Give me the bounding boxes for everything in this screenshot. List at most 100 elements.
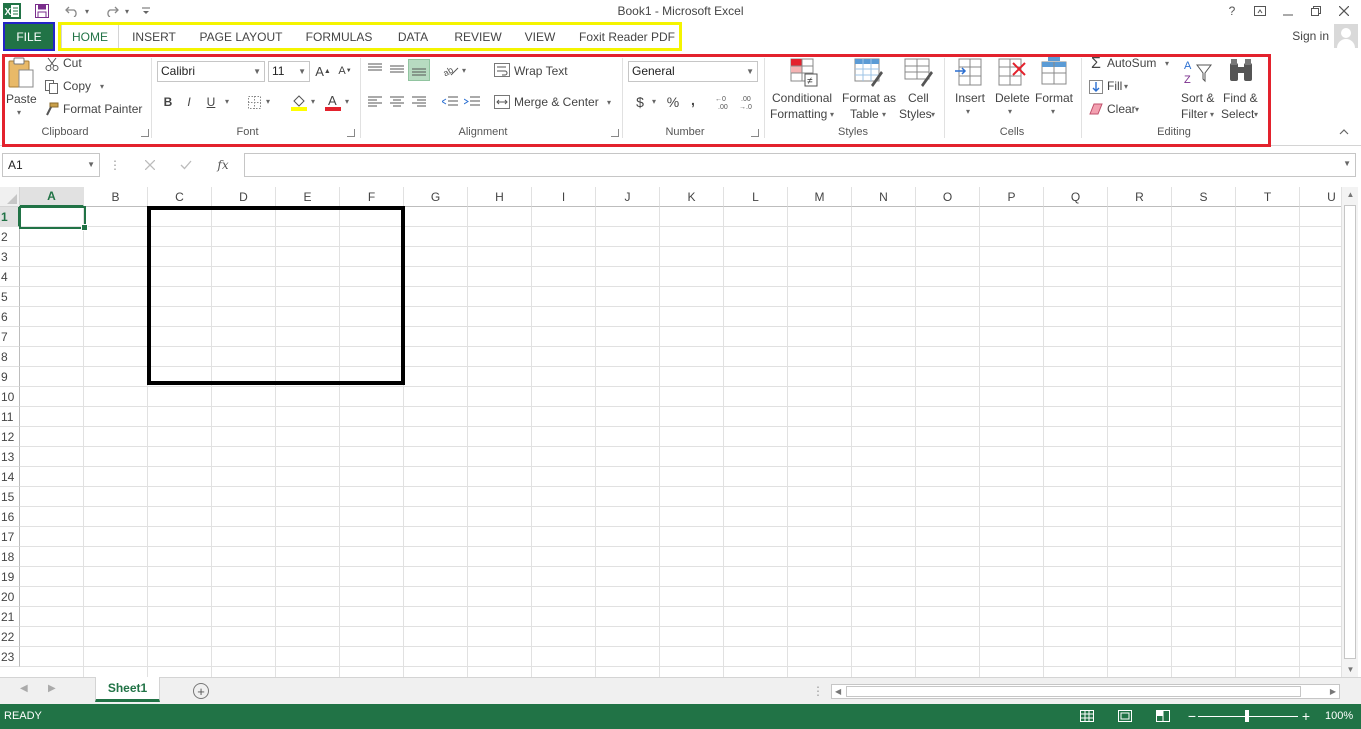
- paste-dropdown-icon[interactable]: ▾: [17, 108, 21, 117]
- row-header-3[interactable]: 3: [0, 247, 20, 267]
- font-color-dropdown-icon[interactable]: ▾: [345, 97, 349, 106]
- format-cells-button[interactable]: Format: [1035, 91, 1073, 105]
- new-sheet-icon[interactable]: +: [193, 683, 209, 699]
- column-header-u[interactable]: U: [1300, 187, 1341, 207]
- row-header-1[interactable]: 1: [0, 207, 20, 227]
- copy-dropdown-icon[interactable]: ▾: [100, 82, 104, 91]
- grow-font-icon[interactable]: A ▲: [315, 62, 331, 80]
- merge-center-button[interactable]: Merge & Center: [514, 95, 599, 109]
- scroll-up-icon[interactable]: ▲: [1342, 190, 1359, 199]
- minimize-icon[interactable]: [1276, 2, 1300, 20]
- column-header-o[interactable]: O: [916, 187, 980, 207]
- paste-button[interactable]: Paste: [6, 92, 37, 106]
- confirm-entry-icon[interactable]: [176, 155, 196, 175]
- align-center-icon[interactable]: [388, 93, 406, 111]
- column-header-e[interactable]: E: [276, 187, 340, 207]
- tab-insert[interactable]: INSERT: [127, 22, 181, 51]
- font-name-combo[interactable]: Calibri ▼: [157, 61, 265, 82]
- scroll-down-icon[interactable]: ▼: [1342, 665, 1359, 674]
- delete-cells-icon[interactable]: [996, 56, 1028, 88]
- column-header-s[interactable]: S: [1172, 187, 1236, 207]
- underline-button[interactable]: U: [203, 93, 219, 111]
- insert-cells-button[interactable]: Insert: [955, 91, 985, 105]
- wrap-text-button[interactable]: Wrap Text: [514, 64, 568, 78]
- orientation-dropdown-icon[interactable]: ▾: [462, 66, 466, 75]
- row-header-9[interactable]: 9: [0, 367, 20, 387]
- comma-style-button[interactable]: ,: [686, 90, 700, 110]
- italic-button[interactable]: I: [181, 93, 197, 111]
- chevron-down-icon[interactable]: ▼: [1343, 159, 1351, 168]
- fill-color-icon[interactable]: [290, 92, 308, 112]
- select-all-corner[interactable]: [0, 187, 20, 207]
- format-painter-button[interactable]: Format Painter: [63, 102, 142, 116]
- row-header-8[interactable]: 8: [0, 347, 20, 367]
- row-header-22[interactable]: 22: [0, 627, 20, 647]
- cell-styles-label-2[interactable]: Styles: [899, 107, 932, 121]
- autosum-dropdown-icon[interactable]: ▾: [1165, 59, 1169, 68]
- tab-review[interactable]: REVIEW: [448, 22, 508, 51]
- format-as-table-button[interactable]: Format as: [842, 91, 896, 105]
- row-header-5[interactable]: 5: [0, 287, 20, 307]
- ribbon-display-options-icon[interactable]: [1248, 2, 1272, 20]
- percent-button[interactable]: %: [664, 92, 682, 112]
- name-box[interactable]: A1 ▼: [2, 153, 100, 177]
- format-cells-icon[interactable]: [1038, 56, 1070, 88]
- row-header-10[interactable]: 10: [0, 387, 20, 407]
- conditional-formatting-button[interactable]: Conditional: [772, 91, 832, 105]
- conditional-formatting-icon[interactable]: ≠: [788, 56, 820, 88]
- middle-align-icon[interactable]: [388, 60, 406, 78]
- fill-button[interactable]: Fill: [1107, 79, 1122, 93]
- cut-button[interactable]: Cut: [63, 56, 82, 70]
- format-as-table-label-2[interactable]: Table: [850, 107, 879, 121]
- column-header-a[interactable]: A: [20, 187, 84, 207]
- cell-styles-dropdown-icon[interactable]: ▾: [931, 110, 935, 119]
- row-header-20[interactable]: 20: [0, 587, 20, 607]
- cancel-entry-icon[interactable]: [140, 155, 160, 175]
- borders-dropdown-icon[interactable]: ▾: [266, 97, 270, 106]
- merge-center-icon[interactable]: [493, 93, 511, 111]
- fill-color-dropdown-icon[interactable]: ▾: [311, 97, 315, 106]
- sort-filter-dropdown-icon[interactable]: ▾: [1210, 110, 1214, 119]
- format-as-table-icon[interactable]: [852, 56, 884, 88]
- zoom-level[interactable]: 100%: [1325, 710, 1353, 722]
- insert-function-icon[interactable]: fx: [212, 155, 234, 175]
- column-header-l[interactable]: L: [724, 187, 788, 207]
- top-align-icon[interactable]: [366, 60, 384, 78]
- column-header-i[interactable]: I: [532, 187, 596, 207]
- clear-button[interactable]: Clear: [1107, 102, 1136, 116]
- sort-filter-label-2[interactable]: Filter: [1181, 107, 1208, 121]
- increase-indent-icon[interactable]: [463, 93, 481, 111]
- cell-styles-button[interactable]: Cell: [908, 91, 929, 105]
- page-layout-view-icon[interactable]: [1115, 707, 1135, 725]
- horizontal-scroll-thumb[interactable]: [846, 686, 1301, 697]
- column-header-r[interactable]: R: [1108, 187, 1172, 207]
- zoom-in-icon[interactable]: +: [1296, 707, 1316, 725]
- formula-input[interactable]: ▼: [244, 153, 1356, 177]
- sort-filter-button[interactable]: Sort &: [1181, 91, 1214, 105]
- font-size-combo[interactable]: 11 ▼: [268, 61, 310, 82]
- page-break-view-icon[interactable]: [1153, 707, 1173, 725]
- sort-filter-icon[interactable]: AZ: [1182, 56, 1214, 88]
- align-right-icon[interactable]: [410, 93, 428, 111]
- autosum-icon[interactable]: Σ: [1088, 55, 1104, 72]
- currency-dropdown-icon[interactable]: ▾: [652, 97, 656, 106]
- column-header-j[interactable]: J: [596, 187, 660, 207]
- find-select-icon[interactable]: [1225, 56, 1257, 88]
- collapse-ribbon-icon[interactable]: [1336, 124, 1352, 140]
- help-icon[interactable]: ?: [1220, 2, 1244, 20]
- tab-view[interactable]: VIEW: [518, 22, 562, 51]
- row-header-13[interactable]: 13: [0, 447, 20, 467]
- copy-icon[interactable]: [44, 79, 60, 95]
- tab-data[interactable]: DATA: [390, 22, 436, 51]
- conditional-formatting-label-2[interactable]: Formatting: [770, 107, 827, 121]
- tab-page-layout[interactable]: PAGE LAYOUT: [193, 22, 289, 51]
- clipboard-dialog-launcher-icon[interactable]: [141, 129, 149, 137]
- column-header-f[interactable]: F: [340, 187, 404, 207]
- column-header-k[interactable]: K: [660, 187, 724, 207]
- font-color-icon[interactable]: A: [324, 92, 342, 112]
- row-header-12[interactable]: 12: [0, 427, 20, 447]
- close-icon[interactable]: [1332, 2, 1356, 20]
- row-header-6[interactable]: 6: [0, 307, 20, 327]
- column-header-q[interactable]: Q: [1044, 187, 1108, 207]
- fill-dropdown-icon[interactable]: ▾: [1124, 82, 1128, 91]
